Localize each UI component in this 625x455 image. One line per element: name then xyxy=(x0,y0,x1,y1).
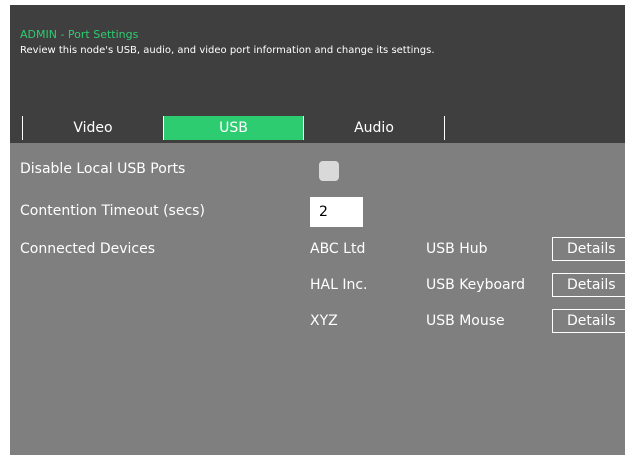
disable-local-usb-checkbox[interactable] xyxy=(319,161,339,181)
tab-bar: Video USB Audio xyxy=(10,102,625,143)
tab-audio[interactable]: Audio xyxy=(304,116,444,140)
contention-timeout-label: Contention Timeout (secs) xyxy=(20,203,205,219)
device-details-button[interactable]: Details xyxy=(552,237,625,261)
device-type: USB Hub xyxy=(426,241,488,257)
page-title: ADMIN - Port Settings xyxy=(20,28,139,41)
disable-local-usb-label: Disable Local USB Ports xyxy=(20,161,186,177)
device-type: USB Mouse xyxy=(426,313,505,329)
device-vendor: XYZ xyxy=(310,313,338,329)
tab-video[interactable]: Video xyxy=(23,116,163,140)
device-type: USB Keyboard xyxy=(426,277,525,293)
device-details-button[interactable]: Details xyxy=(552,273,625,297)
contention-timeout-input[interactable] xyxy=(310,197,363,227)
tab-separator xyxy=(444,116,445,140)
device-vendor: HAL Inc. xyxy=(310,277,368,293)
header: ADMIN - Port Settings Review this node's… xyxy=(10,5,625,102)
device-details-button[interactable]: Details xyxy=(552,309,625,333)
device-vendor: ABC Ltd xyxy=(310,241,366,257)
page-subtitle: Review this node's USB, audio, and video… xyxy=(20,45,435,56)
connected-devices-label: Connected Devices xyxy=(20,241,156,257)
tab-usb[interactable]: USB xyxy=(164,116,303,140)
port-settings-panel: ADMIN - Port Settings Review this node's… xyxy=(10,5,625,455)
